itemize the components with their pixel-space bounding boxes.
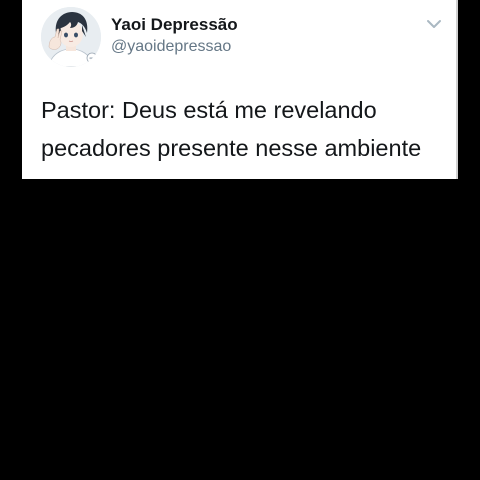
tweet-card: Yaoi Depressão @yaoidepressao Pastor: De… [22, 0, 458, 179]
screen: Yaoi Depressão @yaoidepressao Pastor: De… [0, 0, 480, 480]
tweet-text: Pastor: Deus está me revelando pecadores… [41, 97, 422, 161]
display-name[interactable]: Yaoi Depressão [111, 15, 238, 35]
username[interactable]: @yaoidepressao [111, 38, 231, 56]
card-edge [456, 0, 458, 179]
chevron-down-icon[interactable] [426, 18, 442, 30]
avatar[interactable] [41, 7, 101, 67]
anime-boy-avatar-icon [41, 7, 101, 67]
